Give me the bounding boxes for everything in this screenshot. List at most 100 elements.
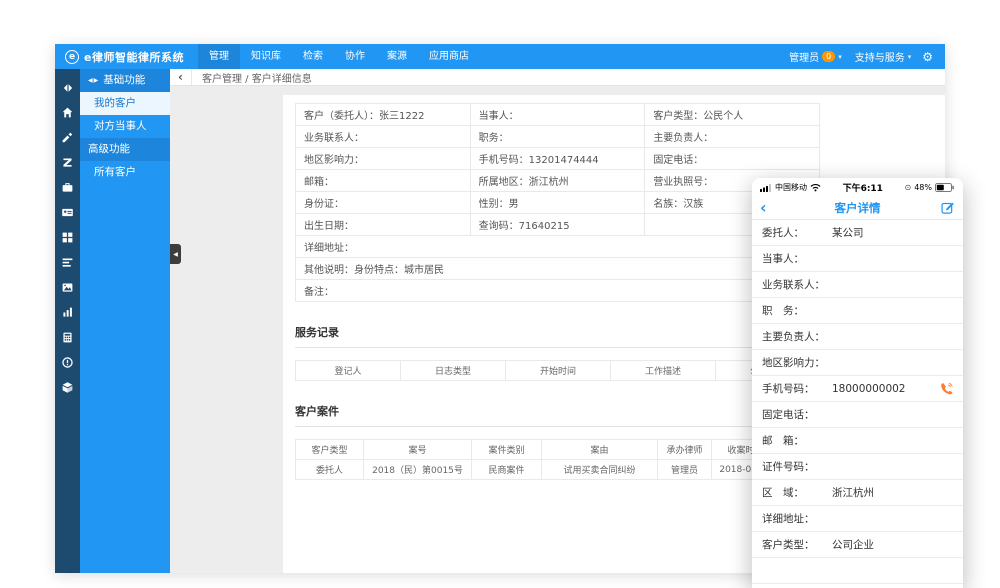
gear-icon[interactable]: ⚙: [920, 50, 935, 64]
collapse-icon[interactable]: [55, 75, 80, 100]
customer-cases-table: 客户类型 案号 案件类别 案由 承办律师 收案时间 结案 委托人: [295, 439, 821, 480]
field-label: 业务联系人：: [762, 277, 832, 292]
back-chevron-icon[interactable]: ‹: [760, 198, 778, 218]
sidebar-item-all-customers[interactable]: 所有客户: [80, 161, 170, 184]
phone-nav-bar: ‹ 客户详情: [752, 196, 963, 220]
field-label: 证件号码：: [762, 459, 832, 474]
chevron-down-icon: ▾: [838, 53, 842, 61]
service-records-section: 服务记录 登记人 日志类型 开始时间 工作描述 公开状态: [295, 324, 820, 381]
table-row[interactable]: 委托人 2018（民）第0015号 民商案件 试用买卖合同纠纷 管理员 2018…: [296, 460, 821, 480]
admin-badge: 0: [822, 51, 835, 62]
field-label: 委托人：: [762, 225, 832, 240]
briefcase-icon[interactable]: [55, 175, 80, 200]
detail-cell: 客户（委托人）：张三1222: [296, 104, 471, 126]
stats-icon[interactable]: [55, 250, 80, 275]
signal-icon: [760, 183, 772, 192]
grid-icon[interactable]: [55, 225, 80, 250]
section-title: 客户案件: [295, 403, 820, 427]
detail-row: 地区影响力： 手机号码：13201474444 固定电话：: [296, 148, 820, 170]
phone-field-row: 委托人： 某公司: [752, 220, 963, 246]
sidebar: ◀▶ 基础功能 我的客户 对方当事人 高级功能 所有客户: [80, 69, 170, 573]
detail-cell: 手机号码：13201474444: [470, 148, 645, 170]
column-header: 承办律师: [658, 440, 712, 460]
breadcrumb-path: 客户管理 / 客户详细信息: [202, 70, 312, 85]
detail-cell: 身份证：: [296, 192, 471, 214]
support-label: 支持与服务: [855, 49, 905, 64]
panel-collapse-handle[interactable]: ◀: [170, 244, 181, 264]
sidebar-group-basic[interactable]: ◀▶ 基础功能: [80, 69, 170, 92]
mobile-preview: 中国移动 下午6:11 ⊙ 48% ‹ 客户详情 委托人： 某公司 当事人：: [752, 178, 963, 588]
admin-label: 管理员: [789, 49, 819, 64]
topnav-item-search[interactable]: 检索: [292, 44, 334, 69]
column-header: 日志类型: [401, 361, 506, 381]
app-logo-icon: e: [65, 50, 79, 64]
phone-field-row: 邮 箱：: [752, 428, 963, 454]
topnav-item-manage[interactable]: 管理: [198, 44, 240, 69]
phone-field-row: 详细地址：: [752, 506, 963, 532]
column-header: 工作描述: [611, 361, 716, 381]
call-icon[interactable]: [940, 382, 953, 395]
topnav-item-knowledge[interactable]: 知识库: [240, 44, 292, 69]
column-header: 案件类别: [472, 440, 542, 460]
customer-cases-section: 客户案件 客户类型 案号 案件类别 案由 承办律师 收案时间: [295, 403, 820, 480]
page: e e律师智能律所系统 管理 知识库 检索 协作 案源 应用商店 管理员 0 ▾…: [0, 0, 1000, 588]
detail-cell: 业务联系人：: [296, 126, 471, 148]
column-header: 登记人: [296, 361, 401, 381]
app-title: e律师智能律所系统: [84, 49, 184, 65]
back-button[interactable]: ‹: [170, 69, 192, 85]
field-label: 固定电话：: [762, 407, 832, 422]
sidebar-item-my-customers[interactable]: 我的客户: [80, 92, 170, 115]
clock-label: 下午6:11: [843, 181, 883, 194]
id-card-icon[interactable]: [55, 200, 80, 225]
phone-page-title: 客户详情: [752, 200, 963, 216]
calculator-icon[interactable]: [55, 325, 80, 350]
home-icon[interactable]: [55, 100, 80, 125]
column-header: 案号: [364, 440, 472, 460]
admin-menu[interactable]: 管理员 0 ▾: [785, 49, 846, 64]
chart-icon[interactable]: [55, 300, 80, 325]
tools-icon[interactable]: [55, 125, 80, 150]
app-logo[interactable]: e e律师智能律所系统: [55, 49, 198, 65]
topnav-item-appstore[interactable]: 应用商店: [418, 44, 480, 69]
sidebar-item-label: 基础功能: [103, 69, 145, 92]
detail-cell: 所属地区：浙江杭州: [470, 170, 645, 192]
field-label: 客户类型：: [762, 537, 832, 552]
phone-field-row: 客户类型： 公司企业: [752, 532, 963, 558]
detail-row: 身份证： 性别：男 名族：汉族: [296, 192, 820, 214]
phone-field-row: 证件号码：: [752, 454, 963, 480]
sidebar-item-label: 高级功能: [88, 138, 130, 161]
detail-row: 详细地址：: [296, 236, 820, 258]
field-label: 主要负责人：: [762, 329, 832, 344]
top-nav: 管理 知识库 检索 协作 案源 应用商店: [198, 44, 480, 69]
phone-status-bar: 中国移动 下午6:11 ⊙ 48%: [752, 178, 963, 196]
icon-rail: [55, 69, 80, 573]
image-icon[interactable]: [55, 275, 80, 300]
orientation-lock-icon: ⊙: [905, 183, 912, 192]
topnav-item-collaborate[interactable]: 协作: [334, 44, 376, 69]
sidebar-item-label: 所有客户: [94, 161, 136, 184]
detail-row: 业务联系人： 职务： 主要负责人：: [296, 126, 820, 148]
customer-detail-table: 客户（委托人）：张三1222 当事人： 客户类型：公民个人 业务联系人： 职务：…: [295, 103, 820, 302]
case-cell: 民商案件: [472, 460, 542, 480]
sidebar-group-advanced[interactable]: 高级功能: [80, 138, 170, 161]
support-menu[interactable]: 支持与服务 ▾: [851, 49, 916, 64]
detail-row: 其他说明：身份特点：城市居民: [296, 258, 820, 280]
battery-percent: 48%: [914, 183, 932, 192]
topnav-item-cases[interactable]: 案源: [376, 44, 418, 69]
detail-row: 备注：: [296, 280, 820, 302]
sort-icon[interactable]: [55, 150, 80, 175]
column-header: 案由: [542, 440, 658, 460]
sidebar-item-opposing-party[interactable]: 对方当事人: [80, 115, 170, 138]
help-icon[interactable]: [55, 350, 80, 375]
phone-field-row: 业务联系人：: [752, 272, 963, 298]
phone-field-row-partial: [752, 558, 963, 584]
case-cell: 2018（民）第0015号: [364, 460, 472, 480]
topbar: e e律师智能律所系统 管理 知识库 检索 协作 案源 应用商店 管理员 0 ▾…: [55, 44, 945, 69]
detail-row: 邮箱： 所属地区：浙江杭州 营业执照号：: [296, 170, 820, 192]
edit-icon[interactable]: [941, 201, 955, 215]
phone-field-row: 职 务：: [752, 298, 963, 324]
box-icon[interactable]: [55, 375, 80, 400]
sidebar-item-label: 我的客户: [94, 92, 136, 115]
sidebar-item-label: 对方当事人: [94, 115, 147, 138]
detail-row: 客户（委托人）：张三1222 当事人： 客户类型：公民个人: [296, 104, 820, 126]
